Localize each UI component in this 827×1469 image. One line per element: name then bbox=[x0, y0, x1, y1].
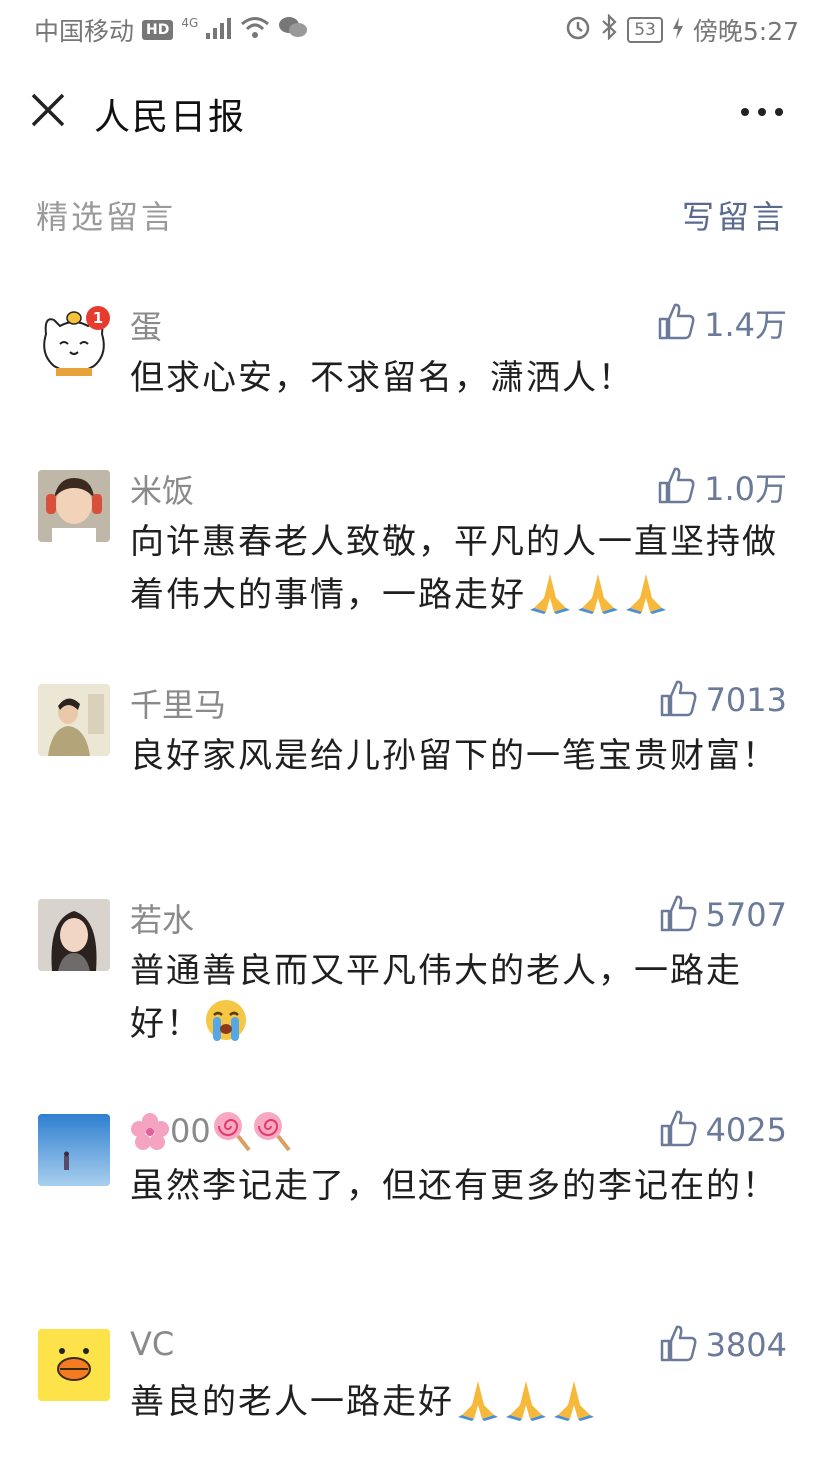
comment-text: 普通善良而又平凡伟大的老人，一路走好！ bbox=[130, 951, 742, 1044]
comment-text: 善良的老人一路走好 bbox=[130, 1375, 790, 1428]
like-count: 7013 bbox=[705, 681, 787, 719]
like-count: 3804 bbox=[705, 1326, 787, 1364]
battery-indicator: 53 bbox=[627, 17, 663, 43]
thumbs-up-icon bbox=[658, 1323, 698, 1367]
thumbs-up-icon bbox=[658, 893, 698, 937]
status-bar: 中国移动 HD 4G 53 傍晚5:27 bbox=[0, 0, 827, 58]
comment-text: 良好家风是给儿孙留下的一笔宝贵财富！ bbox=[130, 736, 778, 776]
lollipop-icon bbox=[211, 1112, 291, 1152]
praying-hands-icon bbox=[526, 574, 670, 615]
avatar[interactable] bbox=[38, 470, 110, 542]
comment-nickname: 蛋 bbox=[130, 308, 163, 346]
like-button[interactable]: 3804 bbox=[658, 1323, 787, 1367]
like-button[interactable]: 1.0万 bbox=[656, 464, 787, 510]
page-title: 人民日报 bbox=[94, 97, 247, 138]
like-count: 5707 bbox=[705, 896, 787, 934]
nav-bar: 人民日报 bbox=[0, 72, 827, 152]
thumbs-up-icon bbox=[656, 301, 696, 345]
like-button[interactable]: 7013 bbox=[658, 678, 787, 722]
alarm-icon bbox=[565, 14, 591, 46]
signal-icon: 4G bbox=[181, 16, 232, 45]
thumbs-up-icon bbox=[658, 678, 698, 722]
like-button[interactable]: 4025 bbox=[658, 1108, 787, 1152]
notification-badge: 1 bbox=[86, 306, 110, 330]
comment-nickname: 米饭 bbox=[130, 472, 195, 510]
charging-icon bbox=[672, 16, 683, 45]
avatar[interactable] bbox=[38, 684, 110, 756]
comment-text: 但求心安，不求留名，潇洒人！ bbox=[130, 358, 634, 398]
like-button[interactable]: 1.4万 bbox=[656, 300, 787, 346]
like-count: 4025 bbox=[705, 1111, 787, 1149]
more-options-icon[interactable] bbox=[737, 92, 787, 132]
wifi-icon bbox=[240, 15, 270, 45]
avatar[interactable] bbox=[38, 1114, 110, 1186]
praying-hands-icon bbox=[454, 1381, 598, 1422]
comment-nickname: 千里马 bbox=[130, 686, 227, 724]
avatar[interactable] bbox=[38, 1329, 110, 1401]
carrier-label: 中国移动 bbox=[34, 17, 135, 46]
thumbs-up-icon bbox=[658, 1108, 698, 1152]
like-count: 1.4万 bbox=[704, 306, 787, 344]
close-icon[interactable] bbox=[28, 90, 68, 130]
wechat-icon bbox=[278, 15, 308, 45]
comment-text: 向许惠春老人致敬，平凡的人一直坚持做着伟大的事情，一路走好 bbox=[130, 522, 778, 615]
network-type: 4G bbox=[181, 15, 199, 30]
like-button[interactable]: 5707 bbox=[658, 893, 787, 937]
hd-badge: HD bbox=[142, 20, 174, 40]
comment-nickname: VC bbox=[130, 1325, 175, 1363]
bluetooth-icon bbox=[601, 13, 617, 46]
comment-text: 虽然李记走了，但还有更多的李记在的！ bbox=[130, 1166, 778, 1206]
cherry-blossom-icon bbox=[130, 1112, 170, 1150]
featured-comments-label: 精选留言 bbox=[36, 198, 177, 236]
avatar[interactable] bbox=[38, 899, 110, 971]
comment-nickname: 00 bbox=[130, 1110, 291, 1152]
like-count: 1.0万 bbox=[704, 470, 787, 508]
thumbs-up-icon bbox=[656, 465, 696, 509]
write-comment-button[interactable]: 写留言 bbox=[682, 192, 787, 238]
clock-time: 傍晚5:27 bbox=[692, 17, 799, 46]
crying-face-icon bbox=[202, 1000, 250, 1044]
comment-nickname: 若水 bbox=[130, 901, 195, 939]
